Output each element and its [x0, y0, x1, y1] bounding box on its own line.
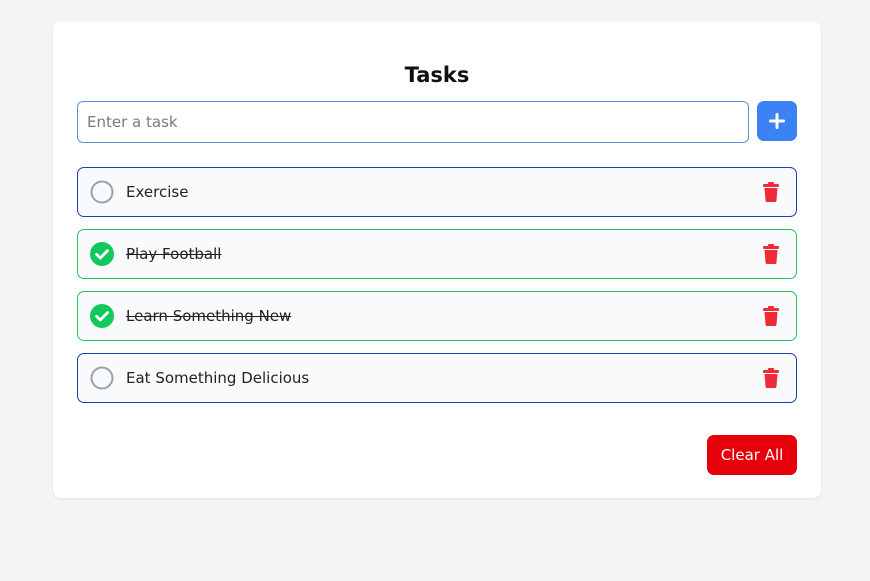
task-list: Exercise Play Football Learn Something N… [77, 167, 797, 415]
delete-task-button[interactable] [762, 244, 780, 264]
trash-icon [763, 182, 779, 202]
check-circle-icon [90, 242, 114, 266]
task-toggle[interactable] [90, 366, 114, 390]
empty-circle-icon [90, 180, 114, 204]
delete-task-button[interactable] [762, 368, 780, 388]
task-item: Exercise [77, 167, 797, 217]
task-toggle[interactable] [90, 242, 114, 266]
trash-icon [763, 306, 779, 326]
task-label: Eat Something Delicious [126, 369, 310, 387]
task-input[interactable] [77, 101, 749, 143]
task-input-row [77, 101, 797, 143]
task-card: Tasks Exercise [53, 21, 821, 498]
clear-all-button[interactable]: Clear All [707, 435, 797, 475]
trash-icon [763, 244, 779, 264]
task-label: Play Football [126, 245, 222, 263]
task-item: Learn Something New [77, 291, 797, 341]
page-title: Tasks [404, 63, 470, 87]
trash-icon [763, 368, 779, 388]
delete-task-button[interactable] [762, 182, 780, 202]
task-item: Eat Something Delicious [77, 353, 797, 403]
task-item: Play Football [77, 229, 797, 279]
check-circle-icon [90, 304, 114, 328]
plus-icon [769, 113, 785, 129]
task-toggle[interactable] [90, 304, 114, 328]
task-label: Learn Something New [126, 307, 292, 325]
task-toggle[interactable] [90, 180, 114, 204]
delete-task-button[interactable] [762, 306, 780, 326]
empty-circle-icon [90, 366, 114, 390]
task-label: Exercise [126, 183, 189, 201]
add-task-button[interactable] [757, 101, 797, 141]
